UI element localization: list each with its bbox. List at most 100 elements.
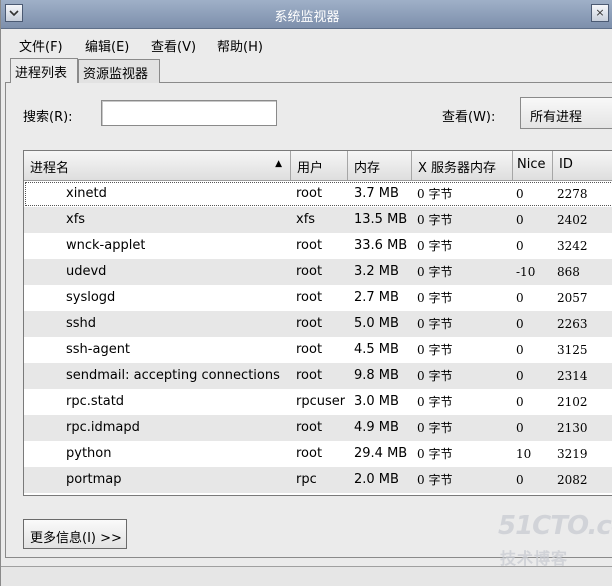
tab-resource-monitor[interactable]: 资源监视器 bbox=[78, 59, 160, 83]
view-filter-label: 查看(W): bbox=[442, 110, 496, 125]
cell-xmem: 0 字节 bbox=[417, 473, 453, 487]
column-header-id[interactable]: ID bbox=[553, 151, 612, 180]
cell-user: xfs bbox=[296, 212, 316, 227]
cell-xmem: 0 字节 bbox=[417, 369, 453, 383]
cell-name: sshd bbox=[66, 316, 97, 331]
cell-id: 868 bbox=[557, 265, 580, 279]
cell-name: python bbox=[66, 446, 112, 461]
system-monitor-window: 系统监视器 × 文件(F) 编辑(E) 查看(V) 帮助(H) 进程列表 资源监… bbox=[0, 0, 612, 586]
search-label: 搜索(R): bbox=[23, 110, 73, 125]
column-header-process-name[interactable]: 进程名 ▲ bbox=[24, 151, 291, 180]
cell-name: xinetd bbox=[66, 186, 107, 201]
menu-file[interactable]: 文件(F) bbox=[19, 36, 63, 55]
table-row[interactable]: udevd root 3.2 MB 0 字节 -10 868 bbox=[24, 259, 612, 285]
column-header-x-server-memory[interactable]: X 服务器内存 bbox=[412, 151, 513, 180]
cell-nice: 0 bbox=[516, 187, 524, 201]
title-bar[interactable]: 系统监视器 × bbox=[1, 0, 612, 29]
cell-nice: 0 bbox=[516, 369, 524, 383]
cell-name: xfs bbox=[66, 212, 86, 227]
cell-nice: 0 bbox=[516, 421, 524, 435]
cell-memory: 2.7 MB bbox=[354, 290, 399, 305]
cell-name: portmap bbox=[66, 472, 122, 487]
cell-nice: 0 bbox=[516, 213, 524, 227]
table-row[interactable]: rpc.statd rpcuser 3.0 MB 0 字节 0 2102 bbox=[24, 389, 612, 415]
cell-user: root bbox=[296, 446, 323, 461]
cell-memory: 3.2 MB bbox=[354, 264, 399, 279]
column-header-nice[interactable]: Nice bbox=[513, 151, 553, 180]
cell-id: 2278 bbox=[557, 187, 588, 201]
cell-user: root bbox=[296, 368, 323, 383]
table-row[interactable]: wnck-applet root 33.6 MB 0 字节 0 3242 bbox=[24, 233, 612, 259]
menu-bar: 文件(F) 编辑(E) 查看(V) 帮助(H) bbox=[1, 30, 612, 56]
table-header: 进程名 ▲ 用户 内存 X 服务器内存 Nice ID bbox=[24, 151, 612, 181]
cell-user: root bbox=[296, 316, 323, 331]
status-bar bbox=[1, 566, 612, 586]
watermark-text: 51CTO.com bbox=[498, 511, 612, 541]
menu-edit[interactable]: 编辑(E) bbox=[85, 36, 129, 55]
cell-nice: 0 bbox=[516, 473, 524, 487]
watermark-logo: 51CTO.com 技术博客 bbox=[498, 509, 612, 569]
cell-id: 3242 bbox=[557, 239, 588, 253]
table-row[interactable]: sendmail: accepting connections root 9.8 M… bbox=[24, 363, 612, 389]
cell-memory: 33.6 MB bbox=[354, 238, 408, 253]
cell-user: root bbox=[296, 342, 323, 357]
cell-id: 2263 bbox=[557, 317, 588, 331]
cell-name: sendmail: accepting connections bbox=[66, 368, 280, 383]
cell-user: rpc bbox=[296, 472, 317, 487]
cell-xmem: 0 字节 bbox=[417, 187, 453, 201]
cell-xmem: 0 字节 bbox=[417, 421, 453, 435]
cell-user: root bbox=[296, 186, 323, 201]
cell-nice: 0 bbox=[516, 343, 524, 357]
cell-xmem: 0 字节 bbox=[417, 343, 453, 357]
cell-memory: 29.4 MB bbox=[354, 446, 408, 461]
process-table[interactable]: 进程名 ▲ 用户 内存 X 服务器内存 Nice ID xinetd root 3.… bbox=[23, 150, 612, 496]
cell-user: root bbox=[296, 238, 323, 253]
cell-id: 3125 bbox=[557, 343, 588, 357]
cell-nice: -10 bbox=[516, 265, 536, 279]
menu-view[interactable]: 查看(V) bbox=[151, 36, 196, 55]
tab-process-list[interactable]: 进程列表 bbox=[10, 58, 78, 83]
cell-memory: 4.9 MB bbox=[354, 420, 399, 435]
cell-name: udevd bbox=[66, 264, 107, 279]
cell-name: wnck-applet bbox=[66, 238, 146, 253]
more-info-button[interactable]: 更多信息(I) >> bbox=[23, 519, 127, 549]
cell-id: 2402 bbox=[557, 213, 588, 227]
table-row[interactable]: python root 29.4 MB 0 字节 10 3219 bbox=[24, 441, 612, 467]
window-title: 系统监视器 bbox=[274, 10, 340, 25]
cell-name: syslogd bbox=[66, 290, 116, 305]
table-row[interactable]: xfs xfs 13.5 MB 0 字节 0 2402 bbox=[24, 207, 612, 233]
cell-memory: 3.7 MB bbox=[354, 186, 399, 201]
table-row[interactable]: sshd root 5.0 MB 0 字节 0 2263 bbox=[24, 311, 612, 337]
cell-user: root bbox=[296, 264, 323, 279]
table-row[interactable]: xinetd root 3.7 MB 0 字节 0 2278 bbox=[24, 181, 612, 207]
column-header-memory[interactable]: 内存 bbox=[348, 151, 412, 180]
cell-id: 2130 bbox=[557, 421, 588, 435]
table-row[interactable]: rpc.idmapd root 4.9 MB 0 字节 0 2130 bbox=[24, 415, 612, 441]
table-row[interactable]: portmap rpc 2.0 MB 0 字节 0 2082 bbox=[24, 467, 612, 493]
cell-xmem: 0 字节 bbox=[417, 317, 453, 331]
cell-name: rpc.statd bbox=[66, 394, 125, 409]
table-row[interactable]: ssh-agent root 4.5 MB 0 字节 0 3125 bbox=[24, 337, 612, 363]
cell-id: 3219 bbox=[557, 447, 588, 461]
cell-xmem: 0 字节 bbox=[417, 395, 453, 409]
cell-memory: 13.5 MB bbox=[354, 212, 408, 227]
cell-name: rpc.idmapd bbox=[66, 420, 140, 435]
menu-help[interactable]: 帮助(H) bbox=[217, 36, 263, 55]
cell-nice: 0 bbox=[516, 239, 524, 253]
cell-xmem: 0 字节 bbox=[417, 213, 453, 227]
view-filter-select[interactable]: 所有进程 bbox=[520, 97, 612, 129]
cell-id: 2082 bbox=[557, 473, 588, 487]
column-label: 进程名 bbox=[30, 161, 70, 176]
cell-memory: 2.0 MB bbox=[354, 472, 399, 487]
column-header-user[interactable]: 用户 bbox=[291, 151, 348, 180]
table-row[interactable]: syslogd root 2.7 MB 0 字节 0 2057 bbox=[24, 285, 612, 311]
cell-name: ssh-agent bbox=[66, 342, 131, 357]
cell-xmem: 0 字节 bbox=[417, 291, 453, 305]
search-input[interactable] bbox=[101, 100, 277, 126]
cell-id: 2057 bbox=[557, 291, 588, 305]
cell-nice: 0 bbox=[516, 317, 524, 331]
cell-memory: 3.0 MB bbox=[354, 394, 399, 409]
cell-nice: 0 bbox=[516, 291, 524, 305]
close-button[interactable]: × bbox=[591, 4, 609, 22]
cell-nice: 10 bbox=[516, 447, 532, 461]
